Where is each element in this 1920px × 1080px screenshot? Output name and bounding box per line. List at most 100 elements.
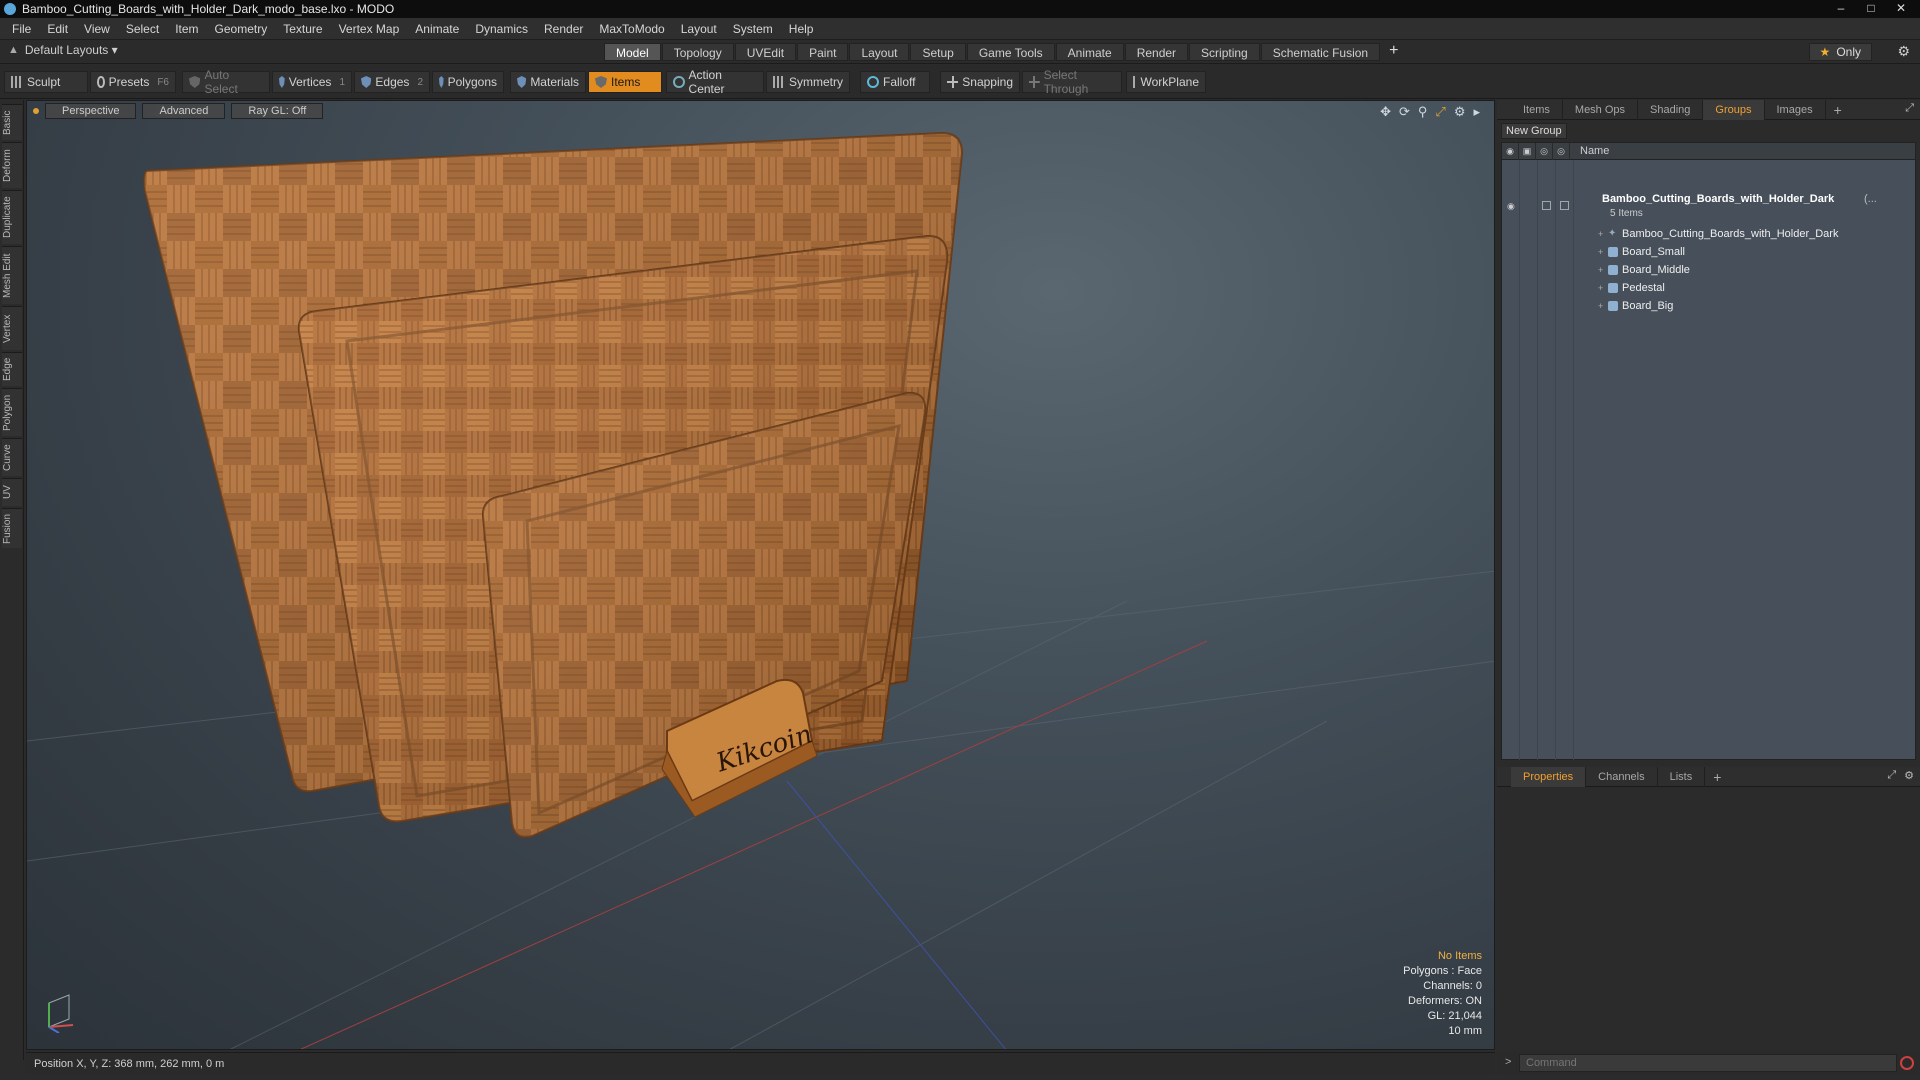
menu-system[interactable]: System [727,22,783,36]
raygl-button[interactable]: Ray GL: Off [231,103,324,119]
vtab-fusion[interactable]: Fusion [2,508,22,548]
rotate-icon[interactable]: ⟳ [1399,104,1410,120]
tab-channels[interactable]: Channels [1586,766,1658,787]
expand-panel-icon[interactable]: ⤢ [1905,102,1914,115]
tab-images[interactable]: Images [1765,99,1826,120]
vtab-basic[interactable]: Basic [2,104,22,140]
menu-select[interactable]: Select [120,22,169,36]
vtab-vertex[interactable]: Vertex [2,306,22,350]
tab-paint[interactable]: Paint [797,43,849,61]
materials-button[interactable]: Materials [510,71,586,93]
tab-model[interactable]: Model [604,43,661,61]
tab-render[interactable]: Render [1124,43,1189,61]
root-lock-checkbox[interactable] [1542,201,1551,210]
root-visibility-icon[interactable]: ◉ [1507,201,1515,212]
expand-icon[interactable]: + [1598,283,1608,293]
menu-item[interactable]: Item [169,22,208,36]
tab-items[interactable]: Items [1511,99,1563,120]
add-tab-button[interactable]: + [1389,43,1398,61]
action-center-button[interactable]: Action Center [666,68,764,96]
expand-icon[interactable]: + [1598,229,1608,239]
close-button[interactable]: ✕ [1888,0,1914,16]
minimize-button[interactable]: – [1828,0,1854,16]
properties-gear-icon[interactable]: ⚙ [1904,769,1914,782]
zoom-icon[interactable]: ⚲ [1418,104,1428,120]
vtab-edge[interactable]: Edge [2,352,22,386]
tab-shading[interactable]: Shading [1638,99,1704,120]
tree-row-board-small[interactable]: + Board_Small [1502,243,1915,261]
expand-properties-icon[interactable]: ⤢ [1887,769,1896,782]
group-root-row[interactable]: ◉ Bamboo_Cutting_Boards_with_Holder_Dark… [1502,191,1915,223]
tab-animate[interactable]: Animate [1055,43,1124,61]
items-button[interactable]: Items [588,71,662,93]
tab-setup[interactable]: Setup [910,43,966,61]
sculpt-button[interactable]: Sculpt [4,71,88,93]
menu-maxtomodo[interactable]: MaxToModo [593,22,674,36]
visibility-column-icon[interactable]: ◉ [1502,142,1519,160]
viewport-settings-icon[interactable]: ⚙ [1454,104,1466,120]
layout-arrow-icon[interactable]: ▲ [8,44,19,56]
edges-button[interactable]: Edges 2 [354,71,430,93]
expand-icon[interactable]: + [1598,247,1608,257]
menu-render[interactable]: Render [538,22,593,36]
menu-file[interactable]: File [6,22,41,36]
tab-topology[interactable]: Topology [661,43,734,61]
3d-viewport[interactable]: Kikcoin Perspective Advanced Ray GL: Off… [26,100,1495,1050]
root-render-checkbox[interactable] [1560,201,1569,210]
select-column-icon[interactable]: ◎ [1553,142,1570,160]
command-input[interactable] [1519,1054,1897,1072]
menu-geometry[interactable]: Geometry [209,22,278,36]
menu-layout[interactable]: Layout [675,22,727,36]
vtab-duplicate[interactable]: Duplicate [2,190,22,244]
tab-game-tools[interactable]: Game Tools [966,43,1055,61]
tree-row-pedestal[interactable]: + Pedestal [1502,279,1915,297]
menu-animate[interactable]: Animate [409,22,469,36]
vtab-curve[interactable]: Curve [2,438,22,476]
tab-lists[interactable]: Lists [1658,766,1706,787]
vtab-uv[interactable]: UV [2,478,22,506]
view-mode-button[interactable]: Perspective [45,103,137,119]
symmetry-button[interactable]: Symmetry [766,71,850,93]
tab-scripting[interactable]: Scripting [1189,43,1260,61]
select-through-button[interactable]: Select Through [1022,68,1122,96]
name-column-header[interactable]: Name [1570,145,1609,157]
viewport-menu-arrow-icon[interactable]: ▸ [1473,104,1480,120]
maximize-button[interactable]: □ [1858,0,1884,16]
new-group-button[interactable]: New Group [1501,123,1567,139]
only-toggle[interactable]: ★ Only [1808,43,1872,61]
menu-help[interactable]: Help [783,22,824,36]
menu-view[interactable]: View [78,22,120,36]
expand-icon[interactable]: + [1598,265,1608,275]
gear-icon[interactable]: ⚙ [1897,43,1910,60]
menu-texture[interactable]: Texture [277,22,332,36]
vertices-button[interactable]: Vertices 1 [272,71,352,93]
tab-groups[interactable]: Groups [1703,99,1765,120]
tab-schematic-fusion[interactable]: Schematic Fusion [1260,43,1381,61]
tree-row-locator[interactable]: + ✦ Bamboo_Cutting_Boards_with_Holder_Da… [1502,225,1915,243]
render-column-icon[interactable]: ◎ [1536,142,1553,160]
tab-properties[interactable]: Properties [1511,766,1587,787]
add-properties-tab-button[interactable]: + [1713,769,1721,785]
tree-row-board-big[interactable]: + Board_Big [1502,297,1915,315]
tab-layout[interactable]: Layout [849,43,910,61]
menu-vertex-map[interactable]: Vertex Map [333,22,410,36]
tab-uvedit[interactable]: UVEdit [734,43,797,61]
add-panel-tab-button[interactable]: + [1834,102,1842,118]
menu-dynamics[interactable]: Dynamics [469,22,538,36]
shading-mode-button[interactable]: Advanced [142,103,226,119]
default-layouts-dropdown[interactable]: Default Layouts ▾ [25,43,118,57]
snapping-button[interactable]: Snapping [940,71,1020,93]
fit-icon[interactable]: ⤢ [1435,104,1445,120]
workplane-button[interactable]: WorkPlane [1126,71,1206,93]
vtab-polygon[interactable]: Polygon [2,388,22,436]
vtab-deform[interactable]: Deform [2,142,22,188]
vtab-mesh-edit[interactable]: Mesh Edit [2,246,22,304]
menu-edit[interactable]: Edit [41,22,78,36]
falloff-button[interactable]: Falloff [860,71,930,93]
auto-select-button[interactable]: Auto Select [182,68,270,96]
tree-row-board-middle[interactable]: + Board_Middle [1502,261,1915,279]
record-macro-icon[interactable] [1900,1056,1914,1070]
lock-column-icon[interactable]: ▣ [1519,142,1536,160]
tab-mesh-ops[interactable]: Mesh Ops [1563,99,1639,120]
polygons-button[interactable]: Polygons [432,71,504,93]
